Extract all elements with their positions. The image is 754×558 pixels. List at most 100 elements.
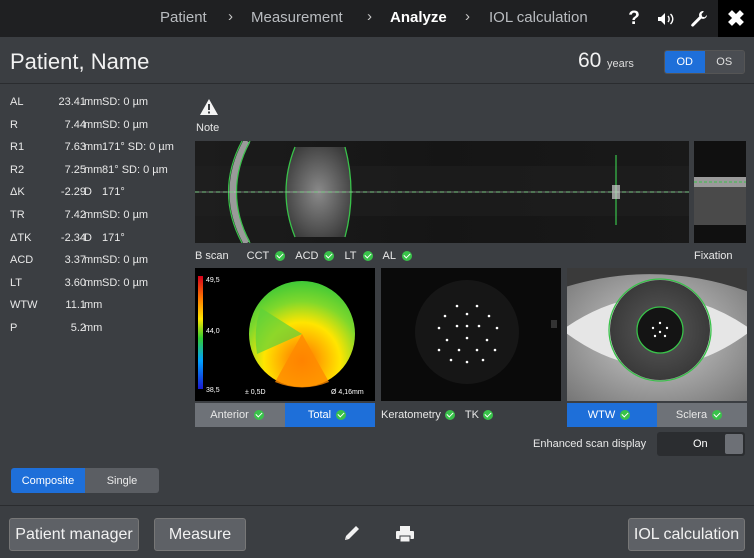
footer-divider	[0, 505, 754, 506]
measurement-row: AL 23.41 mm SD: 0 µm	[10, 96, 190, 119]
measurement-row: R2 7.25 mm 81° SD: 0 µm	[10, 164, 190, 187]
al-label: AL	[382, 250, 396, 262]
cct-label: CCT	[246, 250, 270, 262]
single-button[interactable]: Single	[85, 468, 159, 493]
os-button[interactable]: OS	[704, 51, 744, 73]
keratometry-image[interactable]	[381, 268, 561, 401]
measurement-unit: mm	[84, 163, 103, 176]
composite-button[interactable]: Composite	[11, 468, 85, 493]
measurement-value: 23.41	[58, 96, 86, 108]
measurement-unit: mm	[84, 321, 103, 334]
nav-measurement[interactable]: Measurement	[251, 9, 343, 26]
printer-icon[interactable]	[394, 524, 416, 544]
measurement-row: ACD 3.37 mm SD: 0 µm	[10, 254, 190, 277]
close-button[interactable]: ✖	[718, 0, 754, 37]
tab-wtw[interactable]: WTW	[567, 403, 657, 427]
eye-toggle: OD OS	[664, 50, 745, 74]
keratometry-spot	[487, 314, 491, 318]
sd-label: ± 0,5D	[245, 389, 266, 396]
measurement-unit: D	[84, 186, 92, 199]
keratometry-spot	[455, 324, 459, 328]
toggle-knob[interactable]	[725, 434, 743, 454]
lt-label: LT	[344, 250, 357, 262]
tab-anterior-label: Anterior	[210, 409, 249, 421]
keratometry-spot	[465, 324, 469, 328]
nav-analyze[interactable]: Analyze	[390, 9, 447, 26]
scale-top-label: 49,5	[206, 277, 220, 284]
measurement-label: R1	[10, 141, 25, 154]
warning-icon[interactable]	[199, 98, 219, 116]
top-navigation: Patient › Measurement › Analyze › IOL ca…	[0, 0, 754, 37]
measurement-value: 7.44	[64, 118, 86, 131]
keratometry-spot	[455, 304, 459, 308]
measurement-label: WTW	[10, 299, 38, 312]
speaker-icon[interactable]	[650, 0, 682, 37]
measurement-unit: mm	[84, 299, 103, 312]
measurement-label: R2	[10, 163, 25, 176]
keratometry-spot	[481, 358, 485, 362]
measurement-unit: mm	[84, 276, 103, 289]
measurement-unit: mm	[84, 208, 103, 221]
measurement-value: 3.37	[64, 254, 86, 267]
measurement-row: TR 7.42 mm SD: 0 µm	[10, 209, 190, 232]
acd-label: ACD	[295, 250, 319, 262]
measurement-label: ΔK	[10, 186, 25, 199]
keratometry-spot	[457, 348, 461, 352]
tk-label: TK	[464, 409, 479, 421]
measurement-value: 11.1	[65, 299, 86, 312]
nav-patient[interactable]: Patient	[160, 9, 207, 26]
tab-sclera[interactable]: Sclera	[657, 403, 747, 427]
iol-calculation-button[interactable]: IOL calculation	[628, 518, 745, 551]
measurement-value: 7.42	[64, 208, 86, 221]
measurement-label: ACD	[10, 254, 34, 267]
wrench-icon[interactable]	[683, 0, 715, 37]
measurement-extra: 171°	[102, 186, 125, 199]
enhanced-scan-state: On	[693, 438, 708, 450]
measurement-extra: SD: 0 µm	[102, 254, 149, 267]
note-label[interactable]: Note	[196, 122, 219, 134]
od-button[interactable]: OD	[665, 51, 705, 73]
measurement-extra: SD: 0 µm	[102, 96, 149, 108]
tab-total[interactable]: Total	[285, 403, 375, 427]
keratometry-spot	[475, 304, 479, 308]
keratometry-spot	[477, 324, 481, 328]
fixation-label: Fixation	[694, 250, 733, 262]
measurement-label: R	[10, 118, 18, 131]
measurement-extra: SD: 0 µm	[102, 208, 149, 221]
keratometry-spot	[437, 326, 441, 330]
check-icon	[444, 410, 455, 420]
tab-sclera-label: Sclera	[675, 409, 708, 421]
keratometry-spot	[449, 358, 453, 362]
diameter-label: Ø 4,16mm	[331, 389, 364, 396]
bscan-label: B scan	[195, 250, 229, 262]
measurement-unit: mm	[84, 118, 103, 131]
keratometry-spot	[437, 348, 441, 352]
check-icon	[324, 251, 335, 261]
measurement-value: 7.25	[64, 163, 86, 176]
measure-button[interactable]: Measure	[154, 518, 246, 551]
eye-image[interactable]	[567, 268, 747, 401]
keratometry-spot	[465, 360, 469, 364]
keratometry-spot	[475, 348, 479, 352]
check-icon	[712, 410, 723, 420]
check-icon	[620, 410, 631, 420]
chevron-right-icon: ›	[465, 8, 470, 25]
patient-manager-button[interactable]: Patient manager	[9, 518, 139, 551]
help-icon[interactable]: ?	[618, 0, 650, 37]
patient-name: Patient, Name	[10, 49, 150, 74]
measurement-value: -2.29	[60, 186, 86, 199]
enhanced-scan-toggle[interactable]: On	[657, 432, 745, 456]
topography-map[interactable]: 49,5 44,0 38,5 ± 0,5D Ø 4,16mm	[195, 268, 375, 401]
keratometry-spot	[445, 338, 449, 342]
tab-wtw-label: WTW	[587, 409, 616, 421]
keratometry-spot	[495, 326, 499, 330]
keratometry-spot	[465, 312, 469, 316]
pencil-icon[interactable]	[342, 524, 364, 544]
keratometry-spot	[465, 336, 469, 340]
measurement-unit: mm	[84, 96, 103, 108]
scale-mid-label: 44,0	[206, 328, 220, 335]
nav-iol-calculation[interactable]: IOL calculation	[489, 9, 588, 26]
tab-anterior[interactable]: Anterior	[195, 403, 285, 427]
check-icon	[482, 410, 493, 420]
measurement-extra: 81° SD: 0 µm	[102, 163, 168, 176]
